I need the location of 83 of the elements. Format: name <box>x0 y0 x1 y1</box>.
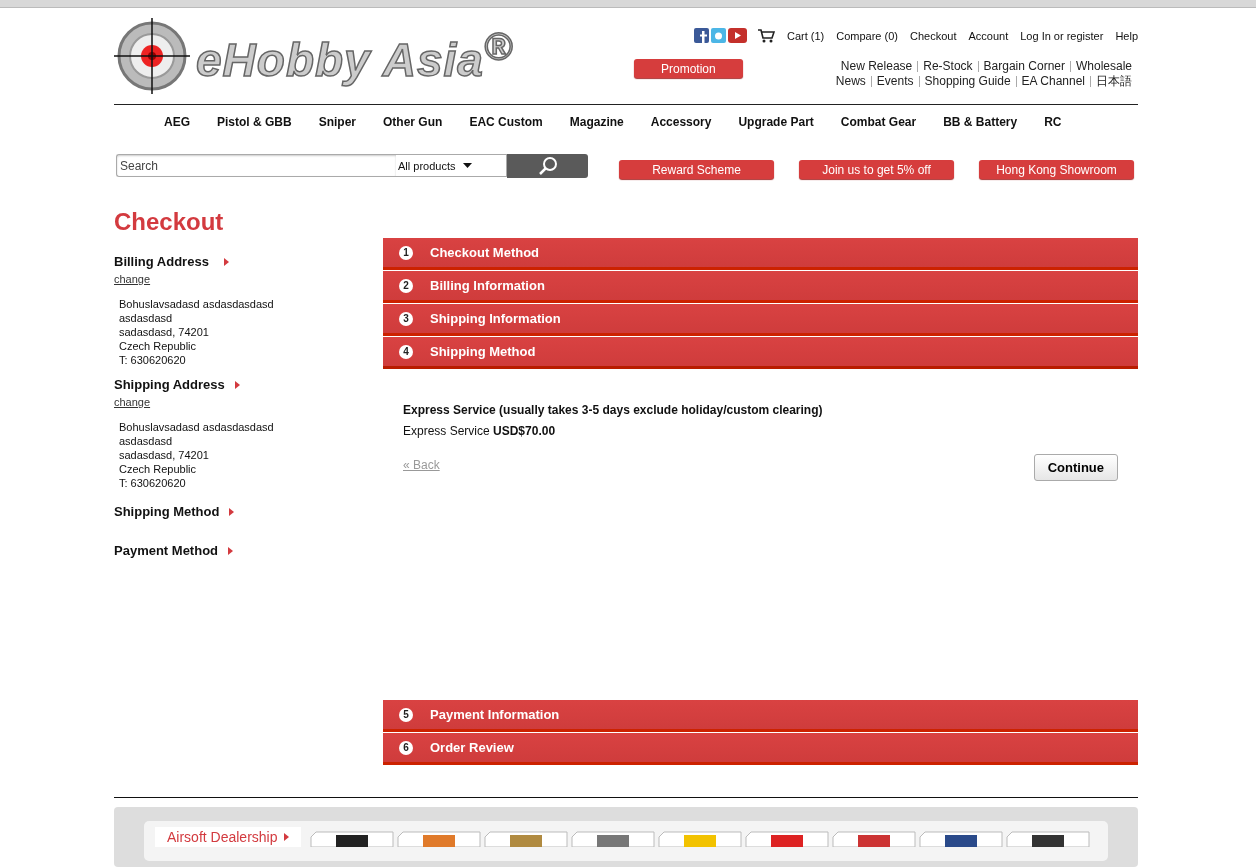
quick-link[interactable]: EA Channel <box>1016 76 1091 87</box>
menu-item[interactable]: Other Gun <box>383 114 443 129</box>
search-button[interactable] <box>507 153 588 178</box>
quick-link[interactable]: 日本語 <box>1091 76 1132 87</box>
quick-link[interactable]: Shopping Guide <box>919 76 1017 87</box>
menu-item[interactable]: AEG <box>164 114 190 129</box>
address-line: Bohuslavsadasd asdasdasdasd <box>119 297 275 311</box>
address-line: Bohuslavsadasd asdasdasdasd <box>119 420 275 434</box>
menu-item[interactable]: Sniper <box>318 114 357 129</box>
step-number: 1 <box>399 245 413 260</box>
quick-link[interactable]: Wholesale <box>1070 61 1132 72</box>
address-line: sadasdasd, 74201 <box>119 448 210 462</box>
address-line: Czech Republic <box>119 339 198 353</box>
crosshair-logo-icon <box>114 18 190 94</box>
promotion-button[interactable]: Promotion <box>633 59 743 78</box>
checkout-step-bar[interactable]: 4 Shipping Method <box>383 337 1138 369</box>
checkout-step-bar[interactable]: 6 Order Review <box>383 733 1138 765</box>
quick-link[interactable]: Re-Stock <box>918 61 979 72</box>
checkout-step-bar[interactable]: 1 Checkout Method <box>383 238 1138 270</box>
promo-button[interactable]: Join us to get 5% off <box>799 160 954 179</box>
quick-link[interactable]: News <box>830 76 872 87</box>
change-link[interactable]: change <box>114 273 151 285</box>
continue-button[interactable]: Continue <box>1033 454 1118 481</box>
checkout-step-bar[interactable]: 5 Payment Information <box>383 700 1138 732</box>
dealership-tab[interactable]: Airsoft Dealership <box>155 827 301 847</box>
menu-item[interactable]: Upgrade Part <box>738 114 814 129</box>
checkout-step-bar[interactable]: 2 Billing Information <box>383 271 1138 303</box>
cart-icon[interactable] <box>756 28 775 43</box>
header-link[interactable]: Checkout <box>910 29 957 42</box>
quick-link[interactable]: Bargain Corner <box>978 61 1071 72</box>
progress-heading: Shipping Method <box>114 504 220 519</box>
header-link[interactable]: Cart (1) <box>786 29 825 42</box>
address-line: sadasdasd, 74201 <box>119 325 210 339</box>
search-icon <box>537 155 558 176</box>
step-title: Billing Information <box>430 278 545 293</box>
step-title: Payment Information <box>430 707 560 722</box>
header-link[interactable]: Account <box>968 29 1009 42</box>
step-number: 6 <box>399 740 413 755</box>
step-number: 3 <box>399 311 413 326</box>
facebook-icon[interactable] <box>693 28 709 43</box>
brand-logo-icon[interactable] <box>309 831 394 847</box>
step-title: Checkout Method <box>430 245 540 260</box>
arrow-icon <box>283 833 289 841</box>
step-number: 5 <box>399 707 413 722</box>
youtube-icon[interactable] <box>727 28 747 43</box>
menu-item[interactable]: RC <box>1044 114 1062 129</box>
brand-logo-icon[interactable] <box>1005 831 1090 847</box>
change-link[interactable]: change <box>114 396 151 408</box>
menu-item[interactable]: EAC Custom <box>469 114 543 129</box>
header-link[interactable]: Log In or register <box>1020 29 1104 42</box>
promo-button[interactable]: Hong Kong Showroom <box>979 160 1134 179</box>
step-number: 2 <box>399 278 413 293</box>
address-line: asdasdasd <box>119 311 174 325</box>
header-link[interactable]: Help <box>1115 29 1138 42</box>
arrow-icon <box>234 380 240 389</box>
address-line: asdasdasd <box>119 434 174 448</box>
shipping-option-heading: Express Service (usually takes 3-5 days exclude holiday/custom clearing) <box>403 403 824 417</box>
arrow-icon <box>228 546 233 555</box>
page-title: Checkout <box>114 208 225 236</box>
shipping-option-price: Express Service USD$70.00 <box>403 424 557 438</box>
menu-item[interactable]: BB & Battery <box>943 114 1018 129</box>
brand-logo-icon[interactable] <box>918 831 1003 847</box>
address-line: T: 630620620 <box>119 476 187 490</box>
promo-button[interactable]: Reward Scheme <box>619 160 774 179</box>
arrow-icon <box>224 257 229 266</box>
step-title: Shipping Information <box>430 311 561 326</box>
progress-heading: Billing Address <box>114 254 210 269</box>
menu-item[interactable]: Pistol & GBB <box>217 114 292 129</box>
progress-heading: Shipping Address <box>114 377 225 392</box>
arrow-icon <box>229 507 235 516</box>
step-title: Shipping Method <box>430 344 536 359</box>
step-number: 4 <box>399 344 413 359</box>
header-link[interactable]: Compare (0) <box>836 29 898 42</box>
address-line: T: 630620620 <box>119 353 187 367</box>
step-title: Order Review <box>430 740 514 755</box>
menu-item[interactable]: Combat Gear <box>840 114 917 129</box>
quick-link[interactable]: New Release <box>835 61 919 72</box>
checkout-step-bar[interactable]: 3 Shipping Information <box>383 304 1138 336</box>
menu-item[interactable]: Accessory <box>650 114 712 129</box>
progress-heading: Payment Method <box>114 543 218 558</box>
menu-item[interactable]: Magazine <box>569 114 624 129</box>
quick-link[interactable]: Events <box>871 76 920 87</box>
address-line: Czech Republic <box>119 462 198 476</box>
